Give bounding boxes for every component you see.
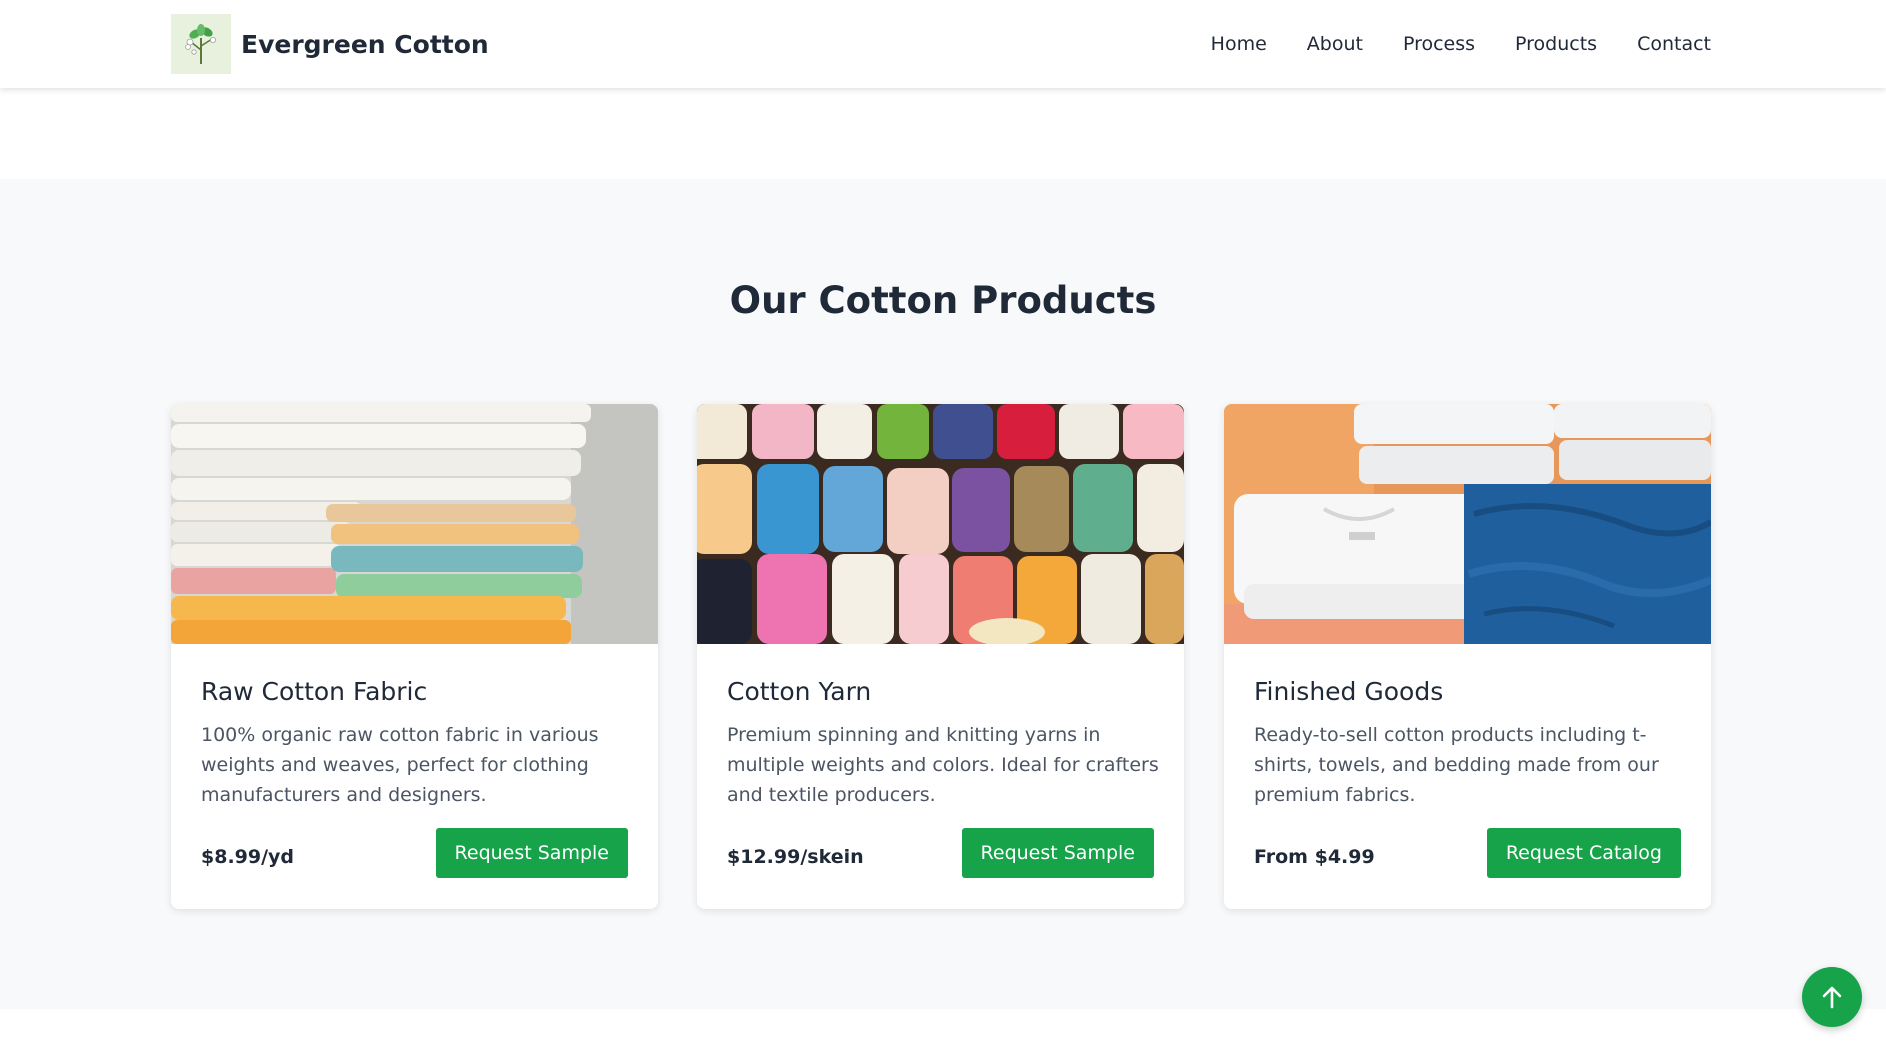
site-header: Evergreen Cotton Home About Process Prod… <box>0 0 1886 88</box>
card-title: Finished Goods <box>1254 677 1444 706</box>
card-title: Raw Cotton Fabric <box>201 677 428 706</box>
nav-process[interactable]: Process <box>1403 33 1475 55</box>
nav-home[interactable]: Home <box>1211 33 1267 55</box>
request-sample-button[interactable]: Request Sample <box>961 828 1154 878</box>
card-description: 100% organic raw cotton fabric in variou… <box>201 724 599 806</box>
cotton-plant-icon <box>171 14 231 74</box>
card-price: $12.99/skein <box>727 846 864 868</box>
arrow-up-icon <box>1822 986 1842 1009</box>
yarn-spools-image <box>697 404 1184 644</box>
nav-contact[interactable]: Contact <box>1637 33 1711 55</box>
product-card-raw-cotton-fabric: Raw Cotton Fabric 100% organic raw cotto… <box>171 404 658 909</box>
card-price: $8.99/yd <box>201 846 295 868</box>
card-price: From $4.99 <box>1254 846 1375 868</box>
brand-name: Evergreen Cotton <box>241 29 489 59</box>
card-title: Cotton Yarn <box>727 677 872 706</box>
scroll-to-top-button[interactable] <box>1802 967 1862 1027</box>
fabric-stack-image <box>171 404 658 644</box>
nav-about[interactable]: About <box>1307 33 1363 55</box>
brand[interactable]: Evergreen Cotton <box>171 14 489 74</box>
products-section: Our Cotton Products Raw Cotton Fabric 10… <box>0 179 1886 1009</box>
finished-goods-image <box>1224 404 1711 644</box>
card-description: Premium spinning and knitting yarns in m… <box>727 724 1159 806</box>
request-catalog-button[interactable]: Request Catalog <box>1486 828 1681 878</box>
product-card-finished-goods: Finished Goods Ready-to-sell cotton prod… <box>1224 404 1711 909</box>
request-sample-button[interactable]: Request Sample <box>435 828 628 878</box>
nav-products[interactable]: Products <box>1515 33 1597 55</box>
section-title: Our Cotton Products <box>729 279 1157 322</box>
main-nav: Home About Process Products Contact <box>1171 0 1711 88</box>
product-card-cotton-yarn: Cotton Yarn Premium spinning and knittin… <box>697 404 1184 909</box>
card-description: Ready-to-sell cotton products including … <box>1254 724 1659 806</box>
